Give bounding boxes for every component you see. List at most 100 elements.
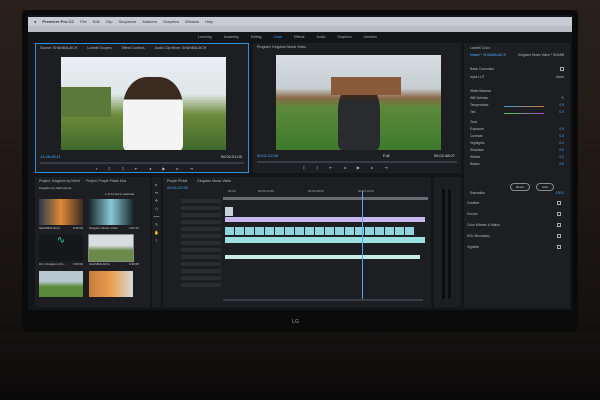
video-clip[interactable] bbox=[225, 207, 233, 216]
tab-program[interactable]: Program: Kingdom Music Video bbox=[257, 45, 306, 49]
house bbox=[331, 77, 401, 95]
source-timecode-in[interactable]: 14:26:45:11 bbox=[40, 154, 61, 159]
lumetri-clip-tab[interactable]: Master * SHANBAL6ICH bbox=[470, 53, 506, 57]
saturation-value[interactable]: 100.0 bbox=[556, 191, 564, 195]
tab-lumetri-scopes[interactable]: Lumetri Scopes bbox=[87, 46, 111, 50]
tab-audio-clip-mixer[interactable]: Audio Clip Mixer: SHANBAL6ICH bbox=[155, 46, 207, 50]
program-timecode-out: 00:02:48:07 bbox=[433, 153, 455, 158]
work-area-bar[interactable] bbox=[223, 197, 428, 200]
source-timecode-out: 00:02:01:00 bbox=[220, 154, 242, 159]
hsl-secondary-checkbox[interactable] bbox=[557, 234, 561, 238]
tab-effect-controls[interactable]: Effect Controls bbox=[122, 46, 145, 50]
audio-clip[interactable] bbox=[225, 237, 425, 243]
basic-correction-checkbox[interactable] bbox=[560, 67, 564, 71]
menu-help[interactable]: Help bbox=[205, 19, 213, 24]
reset-button[interactable]: Reset bbox=[510, 183, 530, 191]
auto-button[interactable]: Auto bbox=[536, 183, 555, 191]
color-wheels-header[interactable]: Color Wheels & Match bbox=[467, 223, 500, 227]
vignette-checkbox[interactable] bbox=[557, 245, 561, 249]
tab-kingdom-music-video[interactable]: Kingdom Music Video bbox=[197, 179, 231, 183]
creative-checkbox[interactable] bbox=[557, 201, 561, 205]
menu-file[interactable]: File bbox=[80, 19, 86, 24]
tab-effects[interactable]: Effects bbox=[294, 35, 305, 39]
meter-left bbox=[442, 189, 445, 299]
tint-slider[interactable] bbox=[504, 113, 544, 114]
workspace-tabs: Learning Assembly Editing Color Effects … bbox=[198, 35, 377, 39]
tab-learning[interactable]: Learning bbox=[198, 35, 212, 39]
color-wheels-checkbox[interactable] bbox=[557, 223, 561, 227]
tab-color[interactable]: Color bbox=[274, 35, 282, 39]
tab-editing[interactable]: Editing bbox=[251, 35, 262, 39]
ruler-tick: 00:02:08:00 bbox=[308, 189, 324, 193]
program-zoom-select[interactable]: Full bbox=[383, 153, 389, 158]
creative-header[interactable]: Creative bbox=[467, 201, 479, 205]
apple-icon[interactable]: ● bbox=[34, 19, 36, 24]
lumetri-sequence-tab[interactable]: Kingdom Music Video * SHANBAL6ICH bbox=[518, 53, 564, 57]
item-name: 01.1 Kingdom (Ou... bbox=[39, 262, 66, 266]
menu-graphics[interactable]: Graphics bbox=[163, 19, 179, 24]
exposure-value[interactable]: 0.0 bbox=[559, 127, 564, 131]
source-video-frame[interactable] bbox=[61, 57, 226, 150]
program-scrubber[interactable] bbox=[257, 161, 457, 163]
temperature-value[interactable]: 0.0 bbox=[559, 103, 564, 107]
basic-correction-header[interactable]: Basic Correction bbox=[470, 67, 494, 71]
blacks-value[interactable]: 0.0 bbox=[559, 162, 564, 166]
input-lut-select[interactable]: None bbox=[556, 75, 564, 79]
track-headers[interactable] bbox=[181, 199, 221, 289]
whites-value[interactable]: 0.0 bbox=[559, 155, 564, 159]
title-bar bbox=[28, 26, 572, 32]
item-name: Kingdom Music Video bbox=[89, 226, 118, 230]
highlights-label: Highlights bbox=[470, 141, 485, 145]
video-clip[interactable] bbox=[225, 227, 415, 235]
contrast-label: Contrast bbox=[470, 134, 483, 138]
audio-clip[interactable] bbox=[225, 255, 420, 259]
menu-clip[interactable]: Clip bbox=[106, 19, 113, 24]
menu-sequence[interactable]: Sequence bbox=[118, 19, 136, 24]
temperature-slider[interactable] bbox=[504, 106, 544, 107]
program-transport-controls[interactable]: ⟦ ⟧ ⇤ ◂ ▶ ▸ ⇥ bbox=[303, 165, 392, 170]
curves-header[interactable]: Curves bbox=[467, 212, 477, 216]
lumetri-title[interactable]: Lumetri Color bbox=[470, 46, 490, 50]
menu-window[interactable]: Window bbox=[185, 19, 199, 24]
source-scrubber[interactable] bbox=[40, 162, 244, 164]
source-transport-controls[interactable]: ▪ ⟦ ⟧ ⇤ ◂ ▶ ▸ ⇥ bbox=[96, 166, 198, 171]
timeline-timecode[interactable]: 00:01:22:00 bbox=[167, 185, 188, 190]
hsl-secondary-header[interactable]: HSL Secondary bbox=[467, 234, 490, 238]
tone-header[interactable]: Tone bbox=[470, 120, 477, 124]
playhead[interactable] bbox=[362, 191, 363, 301]
program-timecode-in[interactable]: 00:01:22:06 bbox=[257, 153, 278, 158]
person-figure bbox=[123, 77, 183, 150]
curves-checkbox[interactable] bbox=[557, 212, 561, 216]
blacks-label: Blacks bbox=[470, 162, 480, 166]
menu-markers[interactable]: Markers bbox=[142, 19, 156, 24]
thumbnail-selected[interactable] bbox=[88, 234, 134, 262]
tab-libraries[interactable]: Libraries bbox=[363, 35, 376, 39]
tools-panel[interactable]: ▸ ⇹ ✣ ◇ ⟷ ✎ ✋ T bbox=[152, 177, 161, 307]
thumbnail[interactable] bbox=[89, 199, 133, 225]
premiere-window: ● Premiere Pro CC File Edit Clip Sequenc… bbox=[28, 15, 572, 310]
highlights-value[interactable]: 0.0 bbox=[559, 141, 564, 145]
white-balance-header[interactable]: White Balance bbox=[470, 89, 491, 93]
thumbnail[interactable] bbox=[39, 199, 83, 225]
tab-assembly[interactable]: Assembly bbox=[224, 35, 239, 39]
shadows-value[interactable]: 0.0 bbox=[559, 148, 564, 152]
tab-project-kingdom[interactable]: Project: Kingdom by Nehri bbox=[39, 179, 80, 183]
tab-audio[interactable]: Audio bbox=[317, 35, 326, 39]
eyedropper-icon[interactable]: ✎ bbox=[561, 96, 564, 100]
audio-waveform-icon[interactable]: ∿ bbox=[39, 235, 83, 261]
thumbnail[interactable] bbox=[89, 271, 133, 297]
tab-purple-pickle[interactable]: Purple Pickle bbox=[167, 179, 187, 183]
tab-source[interactable]: Source: SHANBAL6ICH bbox=[40, 46, 77, 50]
tab-graphics[interactable]: Graphics bbox=[337, 35, 351, 39]
program-video-frame[interactable] bbox=[276, 55, 441, 150]
ruler-tick: 00:01:04:00 bbox=[258, 189, 274, 193]
thumbnail[interactable] bbox=[39, 271, 83, 297]
vignette-header[interactable]: Vignette bbox=[467, 245, 479, 249]
video-clip[interactable] bbox=[225, 217, 425, 222]
timeline-scrollbar[interactable] bbox=[223, 299, 423, 301]
menu-edit[interactable]: Edit bbox=[93, 19, 100, 24]
contrast-value[interactable]: 0.0 bbox=[559, 134, 564, 138]
app-name[interactable]: Premiere Pro CC bbox=[42, 19, 74, 24]
tint-value[interactable]: 0.0 bbox=[559, 110, 564, 114]
tab-project-purple-pickle[interactable]: Project: Purple Pickle Music Vid bbox=[86, 179, 126, 183]
